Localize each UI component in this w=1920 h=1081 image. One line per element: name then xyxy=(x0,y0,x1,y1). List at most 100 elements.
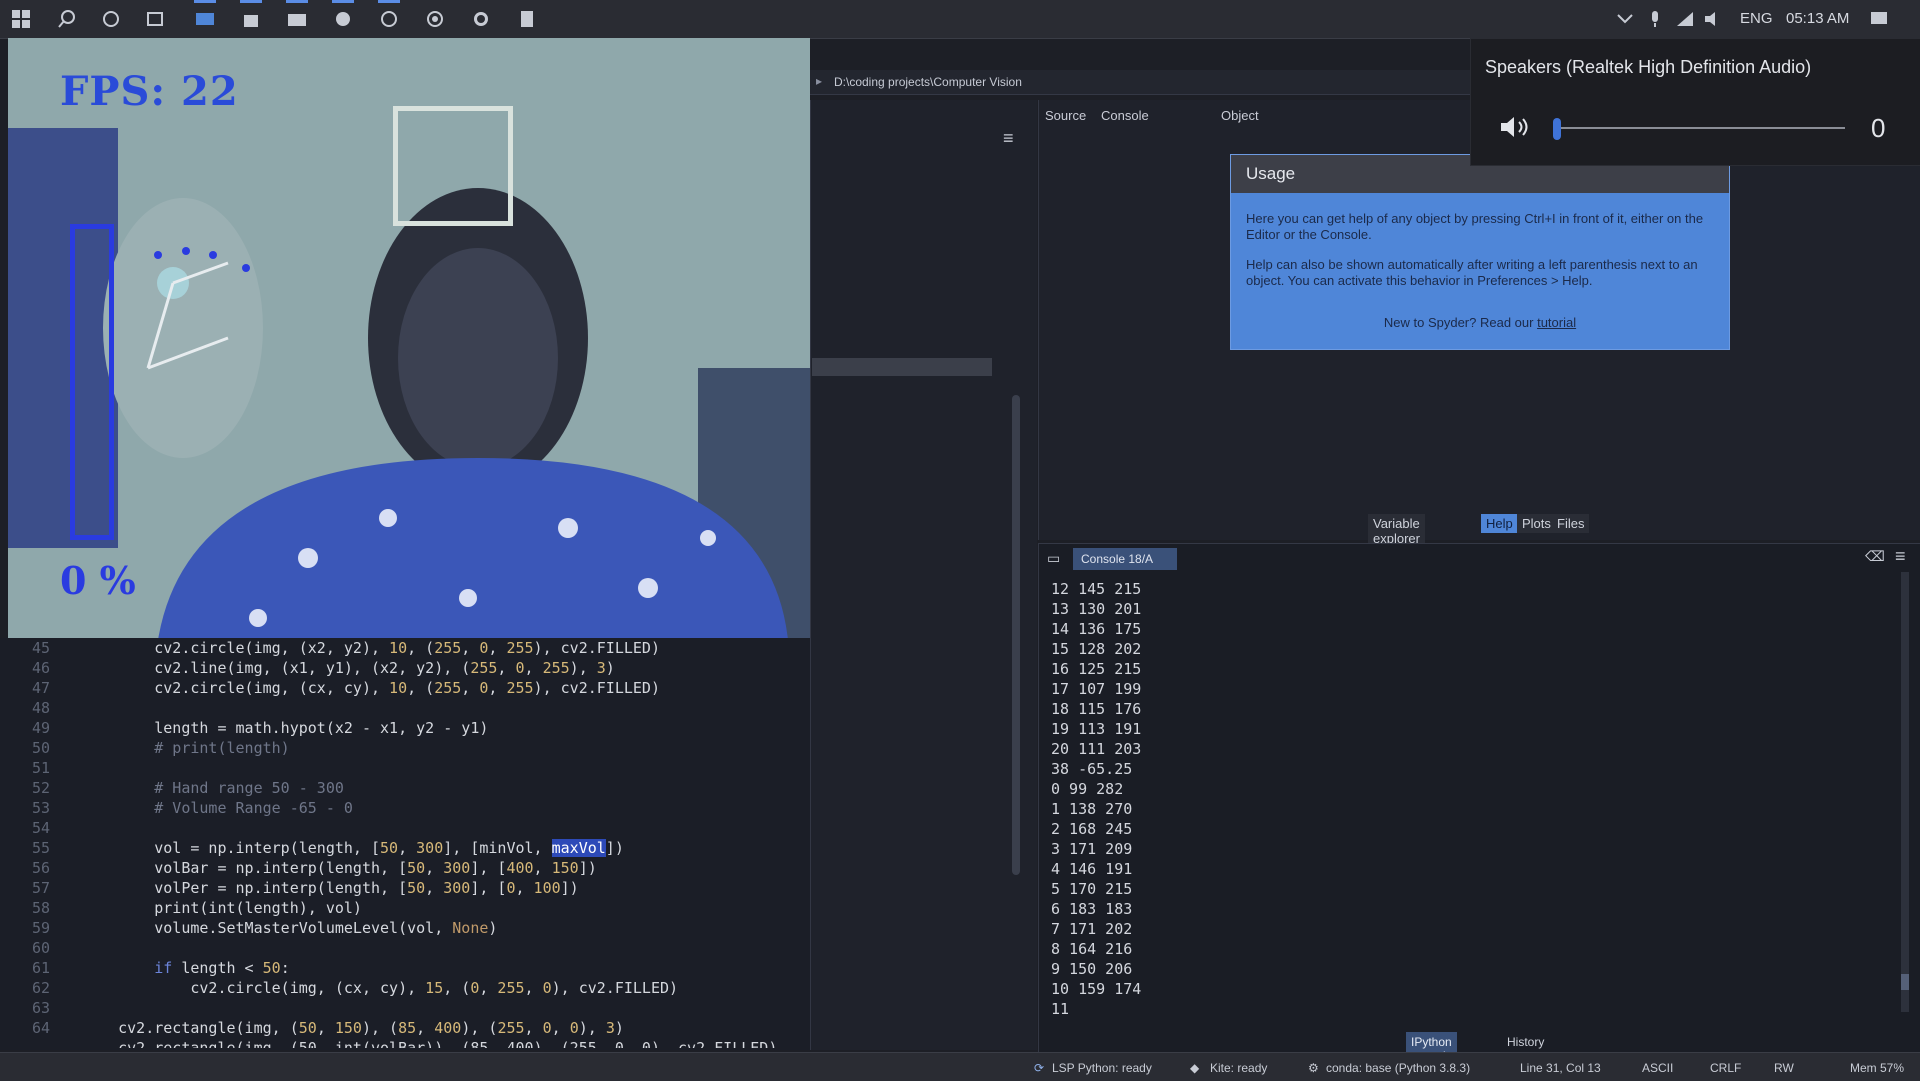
notification-icon[interactable] xyxy=(1866,6,1892,32)
store-icon[interactable] xyxy=(238,0,264,32)
volume-level-bar xyxy=(70,224,114,540)
line-number: 57 xyxy=(31,879,50,897)
speaker-icon[interactable] xyxy=(1499,115,1533,144)
code-line[interactable]: 64 cv2.rectangle(img, (50, 150), (85, 40… xyxy=(0,1018,790,1038)
wall-picture-frame xyxy=(393,106,513,226)
code-text[interactable]: cv2.line(img, (x1, y1), (x2, y2), (255, … xyxy=(82,658,615,678)
console-window-icon[interactable]: ▭ xyxy=(1047,550,1060,567)
hamburger-menu-icon[interactable]: ≡ xyxy=(1003,128,1014,149)
console-line: 12 145 215 xyxy=(1051,580,1142,598)
code-line[interactable]: 60 xyxy=(0,938,790,958)
code-text[interactable]: cv2.rectangle(img, (50, 150), (85, 400),… xyxy=(82,1018,624,1038)
code-text[interactable]: volume.SetMasterVolumeLevel(vol, None) xyxy=(82,918,497,938)
code-text[interactable]: cv2.circle(img, (cx, cy), 15, (0, 255, 0… xyxy=(82,978,678,998)
code-text[interactable]: volPer = np.interp(length, [50, 300], [0… xyxy=(82,878,578,898)
code-text[interactable]: cv2.circle(img, (x2, y2), 10, (255, 0, 2… xyxy=(82,638,660,658)
code-text[interactable]: cv2.circle(img, (cx, cy), 10, (255, 0, 2… xyxy=(82,678,660,698)
code-line[interactable]: 50 # print(length) xyxy=(0,738,790,758)
chrome-icon[interactable] xyxy=(422,6,448,32)
wifi-icon[interactable] xyxy=(1672,6,1698,32)
code-line[interactable]: 58 print(int(length), vol) xyxy=(0,898,790,918)
code-text[interactable]: vol = np.interp(length, [50, 300], [minV… xyxy=(82,838,624,858)
code-line[interactable]: 54 xyxy=(0,818,790,838)
console-tab[interactable]: Console 18/A xyxy=(1073,548,1177,570)
chevron-up-icon[interactable] xyxy=(1612,6,1638,32)
eraser-icon[interactable]: ⌫ xyxy=(1865,548,1885,565)
code-line[interactable]: 61 if length < 50: xyxy=(0,958,790,978)
whatsapp-icon[interactable] xyxy=(376,0,402,32)
code-line-partial[interactable]: cv2.rectangle(img, (50, int(volBar)), (8… xyxy=(0,1038,790,1048)
line-number: 55 xyxy=(31,839,50,857)
code-line[interactable]: 48 xyxy=(0,698,790,718)
ipython-console[interactable]: ▭ Console 18/A ⌫ ≡ 12 145 215 13 130 201 1… xyxy=(1038,543,1920,1056)
code-text[interactable]: length = math.hypot(x2 - x1, y2 - y1) xyxy=(82,718,488,738)
search-icon[interactable] xyxy=(54,6,80,32)
console-line: 8 164 216 xyxy=(1051,940,1133,958)
line-number: 59 xyxy=(31,919,50,937)
code-text[interactable]: if length < 50: xyxy=(82,958,289,978)
obs-icon[interactable] xyxy=(468,6,494,32)
app-icon-2[interactable] xyxy=(330,0,356,32)
code-text[interactable]: print(int(length), vol) xyxy=(82,898,362,918)
working-directory-path[interactable]: D:\coding projects\Computer Vision xyxy=(834,75,1022,89)
usage-paragraph-1: Here you can get help of any object by p… xyxy=(1246,211,1704,242)
help-source-console-option[interactable]: Console xyxy=(1101,108,1149,123)
code-line[interactable]: 46 cv2.line(img, (x1, y1), (x2, y2), (25… xyxy=(0,658,790,678)
speaker-icon[interactable] xyxy=(1700,6,1726,32)
usage-box: Usage Here you can get help of any objec… xyxy=(1230,154,1730,350)
code-line[interactable]: 57 volPer = np.interp(length, [50, 300],… xyxy=(0,878,790,898)
code-text[interactable]: # Hand range 50 - 300 xyxy=(82,778,344,798)
code-editor[interactable]: 45 cv2.circle(img, (x2, y2), 10, (255, 0… xyxy=(0,638,810,1050)
code-line[interactable]: 62 cv2.circle(img, (cx, cy), 15, (0, 255… xyxy=(0,978,790,998)
console-line: 19 113 191 xyxy=(1051,720,1142,738)
language-indicator[interactable]: ENG xyxy=(1740,10,1773,27)
fps-counter: FPS: 22 xyxy=(60,68,239,115)
code-text[interactable]: # print(length) xyxy=(82,738,289,758)
console-scroll-thumb[interactable] xyxy=(1901,974,1909,990)
notepad-icon[interactable] xyxy=(514,6,540,32)
tab-plots[interactable]: Plots xyxy=(1517,514,1556,533)
file-explorer-icon[interactable] xyxy=(284,0,310,32)
line-number: 62 xyxy=(31,979,50,997)
console-menu-icon[interactable]: ≡ xyxy=(1895,546,1906,567)
kite-status-icon: ◆ xyxy=(1190,1061,1200,1075)
tab-history[interactable]: History xyxy=(1502,1032,1549,1052)
help-object-label: Object xyxy=(1221,108,1259,123)
code-line[interactable]: 59 volume.SetMasterVolumeLevel(vol, None… xyxy=(0,918,790,938)
code-line[interactable]: 51 xyxy=(0,758,790,778)
windows-start-icon[interactable] xyxy=(8,6,34,32)
code-line[interactable]: 52 # Hand range 50 - 300 xyxy=(0,778,790,798)
code-text[interactable]: cv2.rectangle(img, (50, int(volBar)), (8… xyxy=(82,1038,777,1048)
tab-files[interactable]: Files xyxy=(1552,514,1590,533)
volume-slider-thumb[interactable] xyxy=(1553,118,1561,140)
app-icon-1[interactable] xyxy=(192,0,218,32)
tutorial-link[interactable]: tutorial xyxy=(1537,315,1576,330)
console-line: 13 130 201 xyxy=(1051,600,1142,618)
line-number: 58 xyxy=(31,899,50,917)
line-number: 48 xyxy=(31,699,50,717)
code-text[interactable]: volBar = np.interp(length, [50, 300], [4… xyxy=(82,858,597,878)
code-line[interactable]: 55 vol = np.interp(length, [50, 300], [m… xyxy=(0,838,790,858)
code-line[interactable]: 49 length = math.hypot(x2 - x1, y2 - y1) xyxy=(0,718,790,738)
volume-flyout: Speakers (Realtek High Definition Audio)… xyxy=(1470,38,1920,166)
volume-value: 0 xyxy=(1871,113,1886,143)
code-line[interactable]: 53 # Volume Range -65 - 0 xyxy=(0,798,790,818)
console-line: 18 115 176 xyxy=(1051,700,1142,718)
microphone-icon[interactable] xyxy=(1642,6,1668,32)
line-number: 52 xyxy=(31,779,50,797)
code-text[interactable]: # Volume Range -65 - 0 xyxy=(82,798,353,818)
task-view-icon[interactable] xyxy=(142,6,168,32)
cortana-icon[interactable] xyxy=(98,6,124,32)
chevron-right-icon[interactable]: ▸ xyxy=(816,74,822,88)
tab-help[interactable]: Help xyxy=(1481,514,1518,533)
code-line[interactable]: 56 volBar = np.interp(length, [50, 300],… xyxy=(0,858,790,878)
volume-slider-track[interactable] xyxy=(1555,127,1845,129)
console-scrollbar[interactable] xyxy=(1901,572,1909,1012)
code-line[interactable]: 47 cv2.circle(img, (cx, cy), 10, (255, 0… xyxy=(0,678,790,698)
line-number: 61 xyxy=(31,959,50,977)
file-encoding: ASCII xyxy=(1642,1061,1674,1075)
code-line[interactable]: 63 xyxy=(0,998,790,1018)
clock[interactable]: 05:13 AM xyxy=(1786,10,1849,27)
scrollbar[interactable] xyxy=(1012,395,1020,875)
code-line[interactable]: 45 cv2.circle(img, (x2, y2), 10, (255, 0… xyxy=(0,638,790,658)
